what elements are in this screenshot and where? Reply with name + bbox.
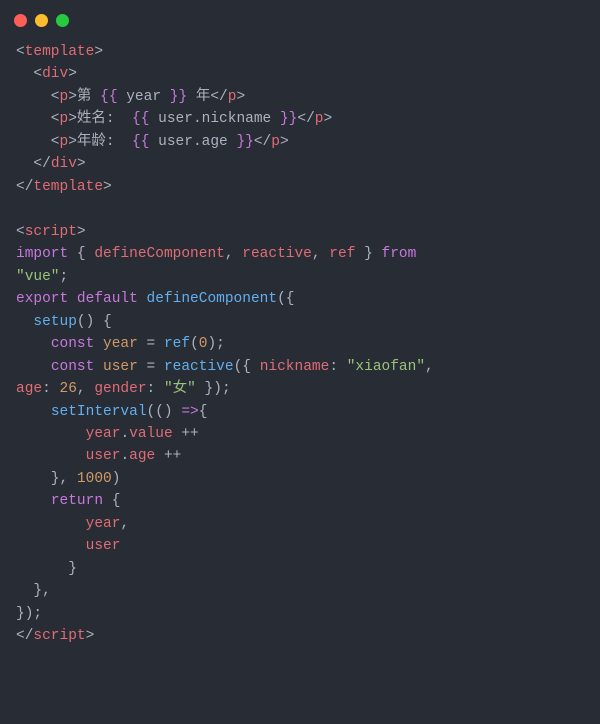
code-line: user.age ++ bbox=[16, 448, 181, 464]
code-line: <script> bbox=[16, 224, 86, 240]
code-line: age: 26, gender: "女" }); bbox=[16, 381, 231, 397]
code-line: }); bbox=[16, 606, 42, 622]
code-block: <template> <div> <p>第 {{ year }} 年</p> <… bbox=[0, 33, 600, 664]
minimize-icon[interactable] bbox=[35, 14, 48, 27]
code-line: </div> bbox=[16, 156, 86, 172]
code-line: </template> bbox=[16, 179, 112, 195]
code-line: import { defineComponent, reactive, ref … bbox=[16, 246, 416, 262]
code-line: "vue"; bbox=[16, 269, 68, 285]
code-line: year, bbox=[16, 516, 129, 532]
code-line: }, 1000) bbox=[16, 471, 120, 487]
window-controls bbox=[0, 0, 600, 33]
code-line: export default defineComponent({ bbox=[16, 291, 294, 307]
code-line: </script> bbox=[16, 628, 94, 644]
code-line: setup() { bbox=[16, 314, 112, 330]
code-line: const year = ref(0); bbox=[16, 336, 225, 352]
code-line: user bbox=[16, 538, 120, 554]
code-line: }, bbox=[16, 583, 51, 599]
code-line: <p>第 {{ year }} 年</p> bbox=[16, 89, 245, 105]
close-icon[interactable] bbox=[14, 14, 27, 27]
code-line: <p>姓名: {{ user.nickname }}</p> bbox=[16, 111, 332, 127]
code-line: } bbox=[16, 561, 77, 577]
code-line: <p>年龄: {{ user.age }}</p> bbox=[16, 134, 289, 150]
code-line: <template> bbox=[16, 44, 103, 60]
code-line: year.value ++ bbox=[16, 426, 199, 442]
code-line: const user = reactive({ nickname: "xiaof… bbox=[16, 359, 434, 375]
code-line: return { bbox=[16, 493, 120, 509]
code-line: <div> bbox=[16, 66, 77, 82]
maximize-icon[interactable] bbox=[56, 14, 69, 27]
code-line: setInterval(() =>{ bbox=[16, 404, 207, 420]
